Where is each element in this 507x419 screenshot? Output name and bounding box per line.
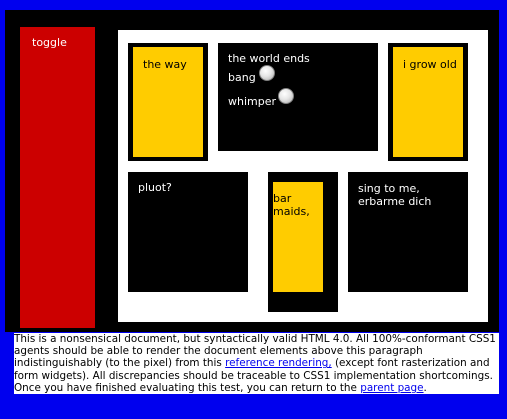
sing-text: sing to me, erbarme dich bbox=[358, 182, 432, 208]
parent-page-link[interactable]: parent page bbox=[360, 382, 423, 394]
pluot-text: pluot? bbox=[138, 181, 172, 194]
footer-text-3: . bbox=[423, 381, 427, 394]
footer-paragraph: This is a nonsensical document, but synt… bbox=[14, 333, 499, 395]
bar-maids-text: bar maids, bbox=[273, 192, 310, 218]
reference-rendering-link[interactable]: reference rendering, bbox=[225, 357, 332, 369]
whimper-radio-icon[interactable] bbox=[278, 88, 294, 104]
whimper-label: whimper bbox=[228, 95, 277, 108]
the-way-text: the way bbox=[143, 58, 187, 71]
grow-old-text: i grow old bbox=[403, 58, 457, 71]
bang-radio-icon[interactable] bbox=[259, 65, 275, 81]
toggle-label: toggle bbox=[32, 36, 67, 49]
toggle-panel bbox=[20, 27, 95, 328]
bang-label: bang bbox=[228, 71, 256, 84]
world-ends-title: the world ends bbox=[228, 52, 310, 65]
